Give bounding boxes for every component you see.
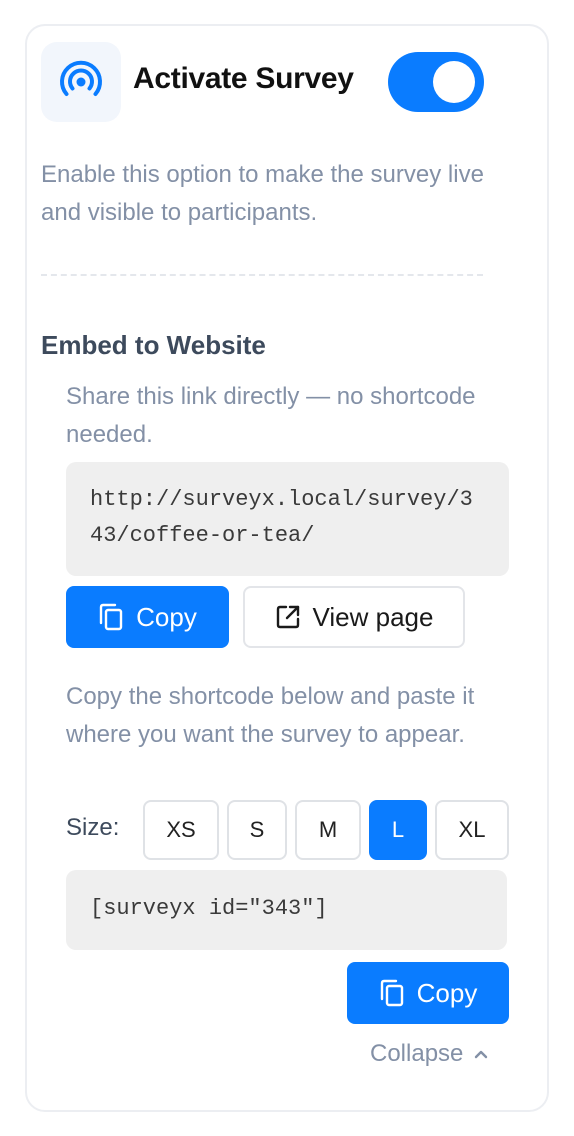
copy-shortcode-button[interactable]: Copy: [347, 962, 509, 1024]
size-button-xl[interactable]: XL: [435, 800, 509, 860]
activate-survey-header: Activate Survey: [41, 42, 484, 122]
copy-link-button[interactable]: Copy: [66, 586, 229, 648]
survey-link-box[interactable]: http://surveyx.local/survey/343/coffee-o…: [66, 462, 509, 576]
view-page-button[interactable]: View page: [243, 586, 465, 648]
size-button-l[interactable]: L: [369, 800, 427, 860]
activate-survey-toggle[interactable]: [388, 52, 484, 112]
activate-survey-title: Activate Survey: [133, 62, 354, 95]
broadcast-icon: [41, 42, 121, 122]
copy-link-label: Copy: [136, 601, 197, 632]
collapse-button[interactable]: Collapse: [370, 1040, 489, 1068]
shortcode-description: Copy the shortcode below and paste it wh…: [66, 683, 475, 748]
shortcode-box[interactable]: [surveyx id="343"]: [66, 870, 507, 950]
activation-description: Enable this option to make the survey li…: [41, 161, 484, 226]
copy-icon: [379, 979, 405, 1007]
size-label: Size:: [66, 814, 120, 841]
size-button-s[interactable]: S: [227, 800, 287, 860]
chevron-up-icon: [473, 1048, 489, 1060]
copy-shortcode-label: Copy: [416, 977, 478, 1008]
external-link-icon: [275, 604, 301, 630]
copy-icon: [98, 603, 124, 631]
toggle-knob: [433, 61, 475, 103]
size-button-m[interactable]: M: [295, 800, 361, 860]
view-page-label: View page: [312, 601, 434, 632]
section-divider: [41, 274, 483, 276]
size-button-xs[interactable]: XS: [143, 800, 219, 860]
link-description: Share this link directly — no shortcode …: [66, 383, 476, 448]
collapse-label: Collapse: [370, 1040, 464, 1067]
embed-section-title: Embed to Website: [41, 330, 266, 360]
